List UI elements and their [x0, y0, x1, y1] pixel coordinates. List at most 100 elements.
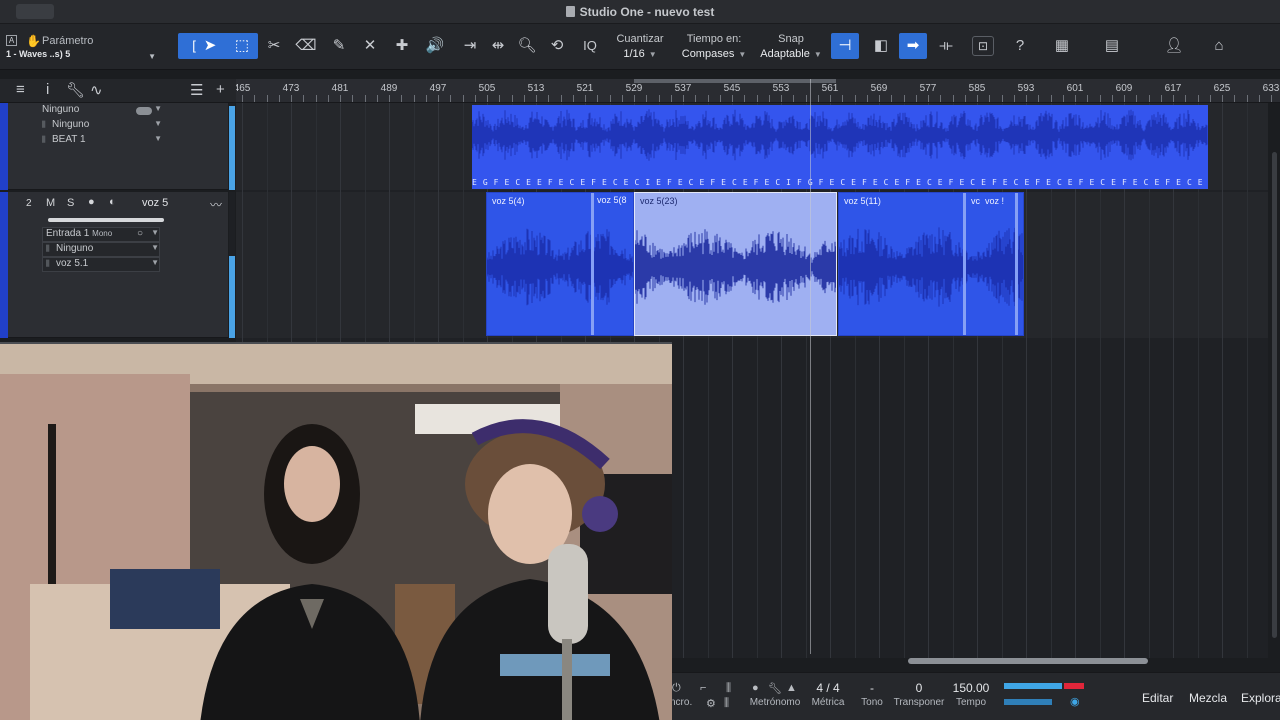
chevron-down-icon: ▼ [148, 52, 156, 61]
ruler-tick [806, 95, 807, 102]
precount-icon[interactable]: ⌐ [700, 682, 706, 694]
menu-icon[interactable]: ≡ [16, 81, 25, 98]
iq-button[interactable]: IQ [576, 33, 604, 59]
horizontal-scrollbar[interactable] [908, 658, 1148, 664]
ruler-tick [1014, 95, 1015, 102]
ruler-tick [622, 95, 623, 102]
ruler-tick [1149, 95, 1150, 102]
user-icon[interactable]: 👤︎ [1160, 33, 1188, 59]
info-icon[interactable]: i [46, 81, 49, 98]
track-name[interactable]: voz 5 [142, 197, 168, 209]
ruler-number: 497 [429, 83, 447, 94]
ruler-number: 545 [723, 83, 741, 94]
ruler-tick [769, 95, 770, 102]
record-arm-icon[interactable]: ● [88, 196, 95, 208]
tab-edit[interactable]: Editar [1142, 691, 1173, 705]
snap-control[interactable]: Snap Adaptable ▼ [756, 33, 826, 60]
ruler-number: 521 [576, 83, 594, 94]
layout-view-icon[interactable]: ▤ [1098, 33, 1126, 59]
track-input-row[interactable]: Entrada 1 Mono ○ ▼ [42, 227, 160, 242]
track-input-row[interactable]: Ninguno ▼ [42, 104, 162, 119]
track-output-row[interactable]: ⫼ Ninguno ▼ [42, 119, 162, 134]
nudge-left-icon[interactable]: ⇥ [456, 33, 484, 59]
bend-tool-icon[interactable]: ✚ [388, 33, 416, 59]
snap-events-icon[interactable]: ◧ [867, 33, 895, 59]
track-volume-fader[interactable] [48, 218, 164, 222]
clip-markers: E G F E C E E F E C E F E C E C I E F E … [472, 178, 1208, 187]
wrench-icon[interactable]: 🔧︎ [66, 81, 85, 99]
track-layer-row[interactable]: ⫼ BEAT 1 ▼ [42, 134, 162, 149]
transpose-value[interactable]: 0 [894, 681, 944, 695]
metronome-settings-icon[interactable]: 🔧︎ [768, 682, 782, 695]
ruler-number: 625 [1213, 83, 1231, 94]
monitor-icon[interactable]: ◐ [109, 196, 116, 208]
vertical-scrollbar[interactable] [1272, 152, 1277, 638]
snap-grid-icon[interactable]: ⊣ [831, 33, 859, 59]
clip-fade-line[interactable] [963, 193, 966, 335]
timeline-ruler[interactable]: 465 473 481 489 497 505 513 521 529 537 545 553 561… [236, 79, 1280, 103]
mute-tool-icon[interactable]: ✕ [356, 33, 384, 59]
gear-icon[interactable]: ⚙ [706, 697, 716, 710]
loop-icon[interactable]: ⟲ [543, 33, 571, 59]
ruler-tick [1161, 95, 1162, 102]
audio-clip[interactable]: voz 5(11) vc voz ! [838, 192, 1024, 336]
split-tool-icon[interactable]: ✂ [260, 33, 288, 59]
range-tool-icon[interactable]: ⬚ [228, 33, 256, 59]
waveform-icon[interactable]: 〰 [210, 196, 222, 213]
track-header-voz[interactable]: 2 M S ● ◐ voz 5 〰 Entrada 1 Mono ○ ▼ ⫼ Ning… [8, 192, 228, 338]
help-button[interactable]: ? [1006, 33, 1034, 59]
metronome-icon[interactable]: ● [752, 682, 759, 694]
clip-name: voz 5(4) [492, 196, 525, 206]
tab-browse[interactable]: Explora [1241, 691, 1280, 705]
track-list-icon[interactable]: ☰ [190, 81, 203, 99]
playhead-cursor[interactable] [810, 79, 811, 654]
nudge-right-icon[interactable]: ⇹ [484, 33, 512, 59]
quantize-control[interactable]: Cuantizar 1/16 ▼ [612, 33, 668, 60]
listen-tool-icon[interactable]: 🔊 [421, 33, 449, 59]
output-icon[interactable]: ⫼ [724, 697, 729, 710]
tab-mix[interactable]: Mezcla [1189, 691, 1227, 705]
parameter-selector[interactable]: A ✋ Parámetro 1 - Waves ..s) 5 ▼ [4, 32, 162, 64]
ruler-tick [867, 95, 868, 102]
waveform-path [635, 229, 836, 305]
arrow-tool-icon[interactable]: ➤ [196, 33, 224, 59]
track-header-beat[interactable]: Ninguno ▼ ⫼ Ninguno ▼ ⫼ BEAT 1 ▼ [8, 103, 228, 190]
clip-fade-line[interactable] [1015, 193, 1018, 335]
track-output-row[interactable]: ⫼ Ninguno ▼ [42, 242, 160, 257]
home-icon[interactable]: ⌂ [1205, 33, 1233, 59]
tempo-track-icon[interactable]: ⫼ [726, 682, 731, 695]
click-icon[interactable]: ▲ [786, 682, 797, 694]
add-track-icon[interactable]: + [216, 81, 225, 98]
sync-icon[interactable]: ⏻ [672, 682, 681, 695]
ruler-tick [377, 95, 378, 102]
key-value[interactable]: - [858, 681, 886, 695]
track-layer-row[interactable]: ⫼ voz 5.1 ▼ [42, 257, 160, 272]
split-at-cursor-icon[interactable]: ⟛ [932, 33, 960, 59]
zoom-icon[interactable]: 🔍︎ [513, 33, 541, 59]
ruler-tick [1087, 95, 1088, 102]
solo-button[interactable]: S [67, 197, 74, 209]
ruler-tick [414, 95, 415, 102]
audio-clip[interactable]: voz 5(8 [592, 192, 634, 336]
automation-lane-icon[interactable]: ∿ [90, 81, 103, 99]
ruler-tick [316, 95, 317, 102]
quantize-label: Cuantizar [616, 33, 664, 45]
timebase-control[interactable]: Tiempo en: Compases ▼ [680, 33, 748, 60]
snap-cursor-icon[interactable]: ➡ [899, 33, 927, 59]
monitor-toggle[interactable]: ◉ [1070, 695, 1080, 708]
tempo-value[interactable]: 150.00 [950, 681, 992, 695]
eraser-tool-icon[interactable]: ⌫ [292, 33, 320, 59]
ruler-number: 489 [380, 83, 398, 94]
time-signature-value[interactable]: 4 / 4 [808, 681, 848, 695]
ruler-tick [720, 95, 721, 102]
ruler-tick [695, 95, 696, 102]
mute-button[interactable]: M [46, 197, 55, 209]
audio-clip-selected[interactable]: voz 5(23) [634, 192, 837, 336]
audio-clip-beat[interactable]: E G F E C E E F E C E F E C E C I E F E … [472, 105, 1208, 189]
grid-view-icon[interactable]: ▦ [1048, 33, 1076, 59]
ruler-tick [953, 95, 954, 102]
pencil-tool-icon[interactable]: ✎ [325, 33, 353, 59]
autoscroll-icon[interactable]: ⊡ [972, 36, 994, 56]
monitor-toggle[interactable] [136, 107, 152, 115]
input-monitor-icon[interactable]: ○ [137, 228, 143, 239]
